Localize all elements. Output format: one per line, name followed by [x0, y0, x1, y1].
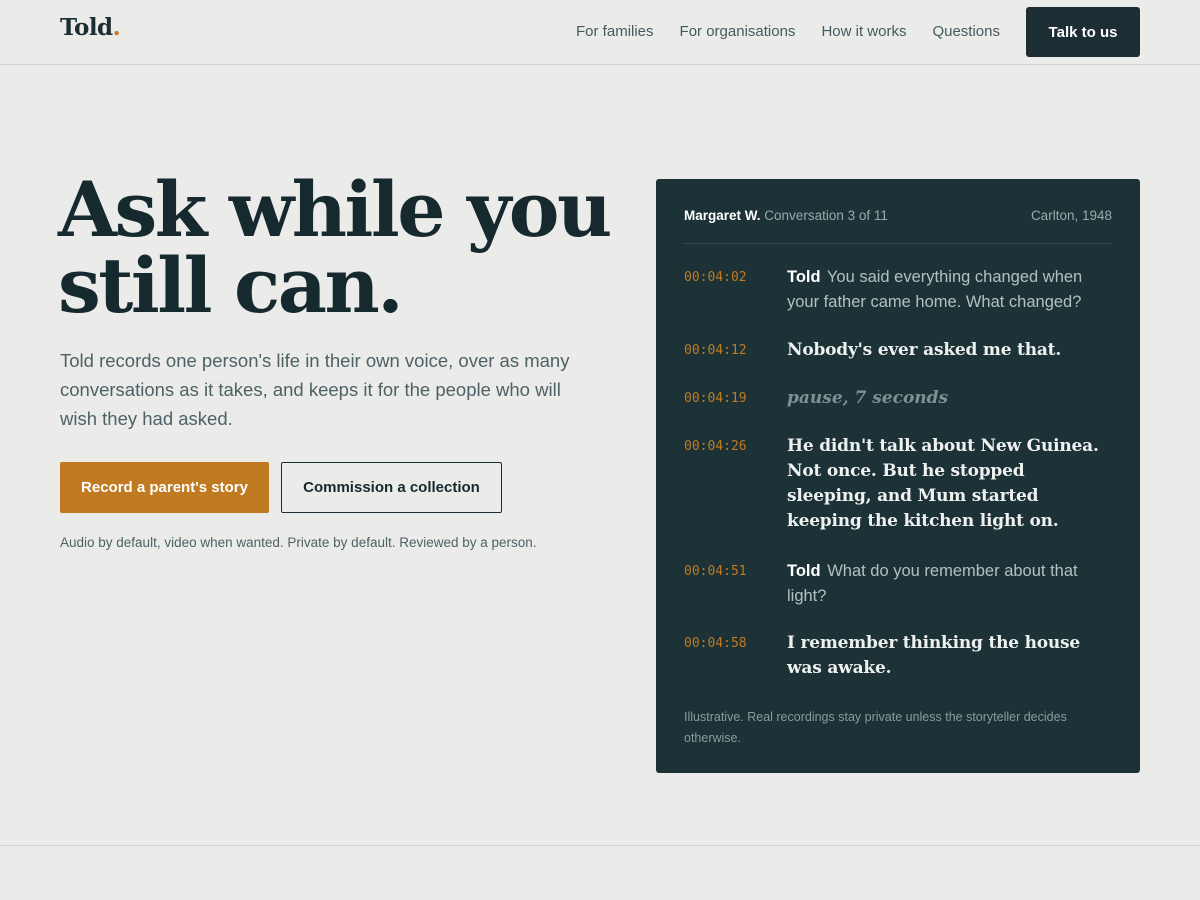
pause-marker: pause, 7 seconds [787, 388, 949, 408]
storyteller-answer: Nobody's ever asked me that. [787, 340, 1062, 360]
record-parent-story-button[interactable]: Record a parent's story [60, 462, 269, 513]
transcript-disclaimer: Illustrative. Real recordings stay priva… [684, 710, 1067, 745]
timestamp: 00:04:26 [684, 439, 747, 454]
nav-link-questions[interactable]: Questions [932, 23, 1000, 40]
timestamp: 00:04:12 [684, 343, 747, 358]
question-text: What do you remember about that light? [787, 562, 1078, 605]
transcript-card: Margaret W. Conversation 3 of 11 Carlton… [656, 179, 1140, 773]
interviewer-question: Told You said everything changed when yo… [787, 265, 1112, 315]
brand-dot: . [112, 14, 121, 41]
brand-name: Told [60, 14, 113, 41]
hero-lede: Told records one person's life in their … [60, 350, 570, 429]
transcript-divider [684, 243, 1112, 244]
nav-link-families[interactable]: For families [576, 23, 654, 40]
timestamp: 00:04:51 [684, 564, 747, 579]
headline-line-2: still can. [58, 241, 404, 330]
timestamp: 00:04:02 [684, 270, 747, 285]
talk-to-us-button[interactable]: Talk to us [1026, 7, 1140, 57]
nav-link-how-it-works[interactable]: How it works [821, 23, 906, 40]
transcript-header: Margaret W. Conversation 3 of 11 Carlton… [684, 208, 1112, 223]
commission-collection-button[interactable]: Commission a collection [281, 462, 502, 513]
place-year: Carlton, 1948 [1030, 208, 1112, 223]
timestamp: 00:04:19 [684, 391, 747, 406]
brand-logo[interactable]: Told. [60, 14, 121, 41]
storyteller-name: Margaret W. [684, 208, 761, 223]
section-divider [0, 845, 1200, 846]
main-nav: For families For organisations How it wo… [576, 23, 1000, 40]
speaker-label: Told [787, 562, 821, 580]
question-text: You said everything changed when your fa… [787, 268, 1083, 311]
speaker-label: Told [787, 268, 821, 286]
hero-footnote: Audio by default, video when wanted. Pri… [60, 535, 537, 550]
site-header: Told. For families For organisations How… [0, 0, 1200, 65]
storyteller-answer: He didn't talk about New Guinea. Not onc… [787, 436, 1099, 531]
interviewer-question: Told What do you remember about that lig… [787, 559, 1112, 609]
nav-link-organisations[interactable]: For organisations [680, 23, 796, 40]
hero-headline: Ask while you still can. [58, 172, 618, 324]
conversation-count: Conversation 3 of 11 [764, 208, 888, 223]
timestamp: 00:04:58 [684, 636, 747, 651]
storyteller-answer: I remember thinking the house was awake. [787, 633, 1081, 678]
